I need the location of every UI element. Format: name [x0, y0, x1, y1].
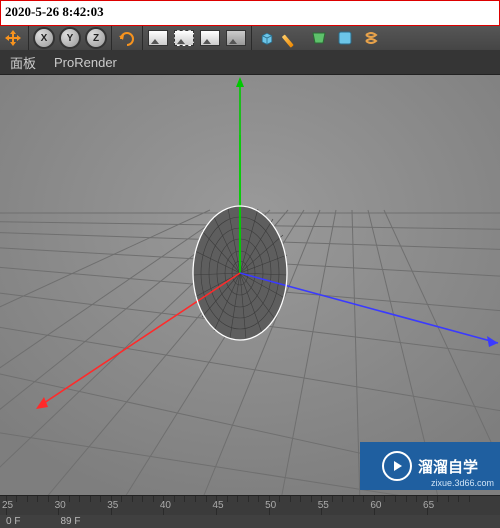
menu-panel[interactable]: 面板 [10, 53, 36, 72]
axis-z-button[interactable]: Z [83, 26, 109, 50]
timestamp-overlay: 2020-5-26 8:42:03 [0, 0, 500, 26]
deformer-icon[interactable] [306, 26, 332, 50]
timeline-tick: 55 [313, 500, 333, 511]
watermark-title: 溜溜自学 [418, 456, 478, 477]
frame-current: 89 F [60, 516, 80, 527]
axis-x-button[interactable]: X [31, 26, 57, 50]
generator-icon[interactable] [332, 26, 358, 50]
timeline-tick: 25 [0, 500, 18, 511]
timeline-ruler[interactable]: 25 30 35 40 45 50 55 60 65 [0, 495, 500, 516]
viewport-menu-bar: 面板 ProRender [0, 50, 500, 75]
viewport-svg [0, 75, 500, 495]
axis-y-label: Y [67, 33, 74, 44]
frame-start: 0 F [6, 516, 20, 527]
field-icon[interactable] [358, 26, 384, 50]
3d-viewport[interactable] [0, 75, 500, 495]
timestamp-text: 2020-5-26 8:42:03 [5, 4, 104, 20]
redo-icon[interactable] [114, 26, 140, 50]
axis-z-label: Z [93, 33, 99, 44]
render-settings-icon[interactable] [223, 26, 249, 50]
timeline-tick: 45 [208, 500, 228, 511]
timeline-tick: 35 [103, 500, 123, 511]
bottom-bar: 0 F 89 F [0, 515, 500, 528]
move-icon[interactable] [0, 26, 26, 50]
axis-x-label: X [41, 33, 48, 44]
play-icon [382, 451, 412, 481]
timeline-tick: 30 [50, 500, 70, 511]
main-toolbar: X Y Z [0, 26, 500, 51]
menu-prorender[interactable]: ProRender [54, 55, 117, 70]
axis-y-button[interactable]: Y [57, 26, 83, 50]
watermark-badge: 溜溜自学 zixue.3d66.com [360, 442, 500, 490]
render-image-icon[interactable] [145, 26, 171, 50]
render-region-icon[interactable] [171, 26, 197, 50]
watermark-url: zixue.3d66.com [431, 478, 494, 488]
cube-primitive-icon[interactable] [254, 26, 280, 50]
timeline-tick: 50 [261, 500, 281, 511]
timeline-tick: 40 [155, 500, 175, 511]
timeline-tick: 60 [366, 500, 386, 511]
pen-tool-icon[interactable] [280, 26, 306, 50]
picture-viewer-icon[interactable] [197, 26, 223, 50]
timeline-tick: 65 [419, 500, 439, 511]
